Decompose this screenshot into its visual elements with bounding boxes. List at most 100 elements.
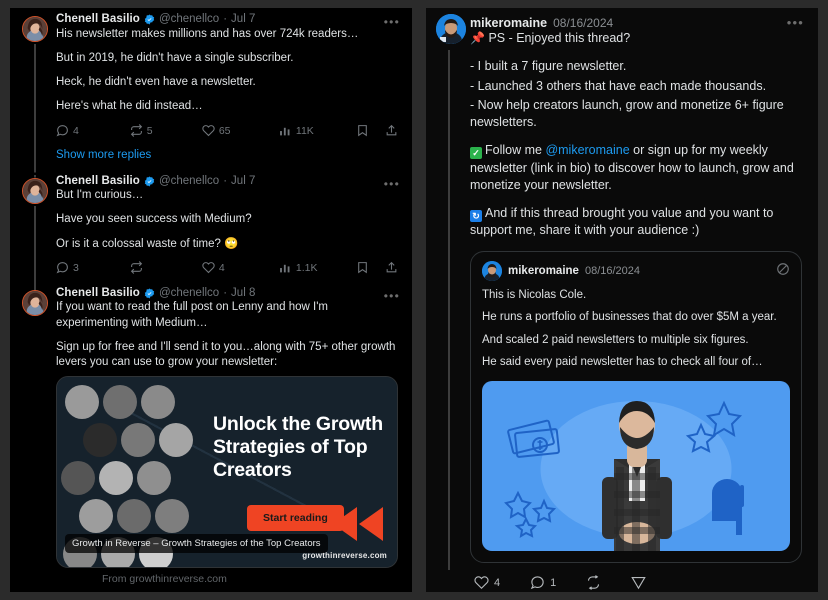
- reply-button[interactable]: 3: [56, 261, 130, 274]
- views-button[interactable]: 11K: [279, 124, 356, 137]
- bookmark-icon: [358, 262, 367, 274]
- thread-connector: [436, 50, 462, 570]
- person-figure: [602, 401, 672, 551]
- quoted-media-image[interactable]: [482, 381, 790, 551]
- blocked-icon-wrap[interactable]: [776, 262, 790, 281]
- share-icon: [386, 124, 397, 136]
- tweet-more-button[interactable]: •••: [787, 16, 804, 29]
- avatar[interactable]: [22, 16, 48, 42]
- start-reading-button[interactable]: Start reading: [247, 504, 344, 531]
- heart-icon: [202, 262, 215, 274]
- quoted-avatar[interactable]: [482, 260, 502, 281]
- follow-pre: Follow me: [485, 143, 546, 158]
- like-button[interactable]: 4: [474, 575, 500, 590]
- quoted-line: And scaled 2 paid newsletters to multipl…: [482, 333, 749, 346]
- comment-button[interactable]: 1: [530, 575, 556, 590]
- tweet-header: Chenell Basilio @chenellco · Jul 7: [56, 174, 398, 188]
- tweet-more-button[interactable]: •••: [384, 16, 400, 28]
- author-name: Chenell Basilio: [56, 13, 140, 25]
- avatar-image: [482, 260, 502, 281]
- quoted-tweet-date: 08/16/2024: [584, 264, 641, 277]
- like-button[interactable]: 65: [202, 124, 279, 137]
- tweet-item[interactable]: ••• Chenell Basilio @chenellco · Jul 7 H…: [10, 8, 412, 172]
- author-name: Chenell Basilio: [56, 286, 140, 299]
- quoted-tweet-card[interactable]: mikeromaine 08/16/2024 This is Nicolas C…: [470, 250, 802, 563]
- share-button[interactable]: [385, 261, 398, 274]
- quoted-line: He runs a portfolio of businesses that d…: [482, 311, 777, 324]
- views-count: 11K: [295, 124, 314, 137]
- verified-badge-icon: [144, 288, 155, 299]
- retweet-button[interactable]: 5: [130, 124, 202, 137]
- tweet-item[interactable]: ••• Chenell Basilio @chenellco · Jul 8 I…: [10, 282, 412, 587]
- recycle-icon: ↻: [470, 210, 482, 222]
- like-count: 4: [218, 261, 225, 274]
- pushpin-icon: 📌: [470, 31, 485, 45]
- tweet-more-button[interactable]: •••: [384, 178, 400, 190]
- reply-count: 3: [73, 261, 79, 274]
- bullet-line: - Launched 3 others that have each made …: [470, 78, 767, 93]
- left-thread-panel: ••• Chenell Basilio @chenellco · Jul 7 H…: [10, 8, 412, 592]
- like-count: 65: [218, 124, 231, 137]
- quoted-line: He said every paid newsletter has to che…: [482, 356, 763, 369]
- separator-dot: ·: [223, 13, 228, 25]
- tweet-line: Here's what he did instead…: [56, 100, 203, 113]
- tweet-item[interactable]: ••• Chenell Basilio @chenellco · Jul 7 B…: [10, 139, 412, 294]
- tweet-line: Heck, he didn't even have a newsletter.: [56, 76, 256, 89]
- tweet-body: But I'm curious… Have you seen success w…: [56, 188, 398, 252]
- reply-button[interactable]: 4: [56, 124, 130, 137]
- mailbox-icon: [712, 479, 744, 535]
- author-name: mikeromaine: [470, 16, 548, 30]
- avatar-image: [23, 17, 47, 41]
- share-button[interactable]: [385, 124, 398, 137]
- support-line: ↻ And if this thread brought you value an…: [470, 205, 802, 240]
- retweet-count: 5: [146, 124, 153, 137]
- tweet-header: mikeromaine 08/16/2024: [470, 16, 802, 30]
- tweet-actions: 4 5 65 11K: [56, 119, 398, 143]
- tweet-line: Sign up for free and I'll send it to you…: [56, 341, 396, 369]
- tweet-more-button[interactable]: •••: [384, 290, 400, 302]
- star-icon: [685, 400, 743, 453]
- card-title: Unlock the Growth Strategies of Top Crea…: [213, 412, 383, 481]
- thread-connector: [22, 205, 48, 294]
- tweet-date: Jul 7: [231, 13, 256, 25]
- tweet-line: Have you seen success with Medium?: [56, 213, 252, 226]
- tweet-item[interactable]: ••• mikeromaine 08/16/2024 📌 PS - Enjoye…: [426, 8, 818, 592]
- comment-icon: [530, 576, 544, 590]
- avatar[interactable]: [436, 14, 466, 44]
- person-illustration: [504, 400, 744, 551]
- like-count: 4: [494, 576, 501, 589]
- bullet-line: - I built a 7 figure newsletter.: [470, 59, 627, 74]
- author-handle: @chenellco: [158, 13, 220, 25]
- share-icon: [386, 262, 397, 273]
- quoted-tweet-header: mikeromaine 08/16/2024: [482, 260, 790, 281]
- retweet-icon: [130, 261, 142, 275]
- repost-button[interactable]: [586, 575, 601, 590]
- comment-count: 1: [550, 576, 557, 589]
- mention-link[interactable]: @mikeromaine: [545, 143, 629, 157]
- like-button[interactable]: 4: [202, 261, 279, 274]
- show-more-replies-link[interactable]: Show more replies: [10, 145, 412, 170]
- tweet-header: Chenell Basilio @chenellco · Jul 8: [56, 286, 398, 300]
- screenshot-root: ••• Chenell Basilio @chenellco · Jul 7 H…: [0, 0, 828, 600]
- card-source-label: From growthinreverse.com: [102, 572, 227, 585]
- follow-line: ✓ Follow me @mikeromaine or sign up for m…: [470, 142, 802, 194]
- reply-icon: [56, 125, 68, 137]
- bullet-line: - Now help creators launch, grow and mon…: [470, 97, 784, 129]
- link-preview-card[interactable]: Unlock the Growth Strategies of Top Crea…: [56, 375, 398, 568]
- avatar-image: [23, 178, 47, 203]
- tweet-date: Jul 8: [231, 286, 256, 299]
- reply-icon: [56, 262, 68, 274]
- send-button[interactable]: [631, 575, 646, 590]
- avatar-image: [23, 290, 47, 315]
- avatar-image: [436, 14, 466, 44]
- no-entry-icon: [777, 262, 789, 275]
- retweet-button[interactable]: [130, 261, 202, 275]
- views-button[interactable]: 1.1K: [279, 261, 356, 274]
- bookmark-button[interactable]: [356, 261, 369, 274]
- avatar[interactable]: [22, 289, 48, 316]
- ps-line: 📌 PS - Enjoyed this thread?: [470, 30, 802, 47]
- avatar[interactable]: [22, 177, 48, 204]
- tweet-actions: 3 4 1.1K: [56, 256, 398, 280]
- author-handle: @chenellco: [158, 174, 220, 187]
- bookmark-button[interactable]: [356, 124, 369, 137]
